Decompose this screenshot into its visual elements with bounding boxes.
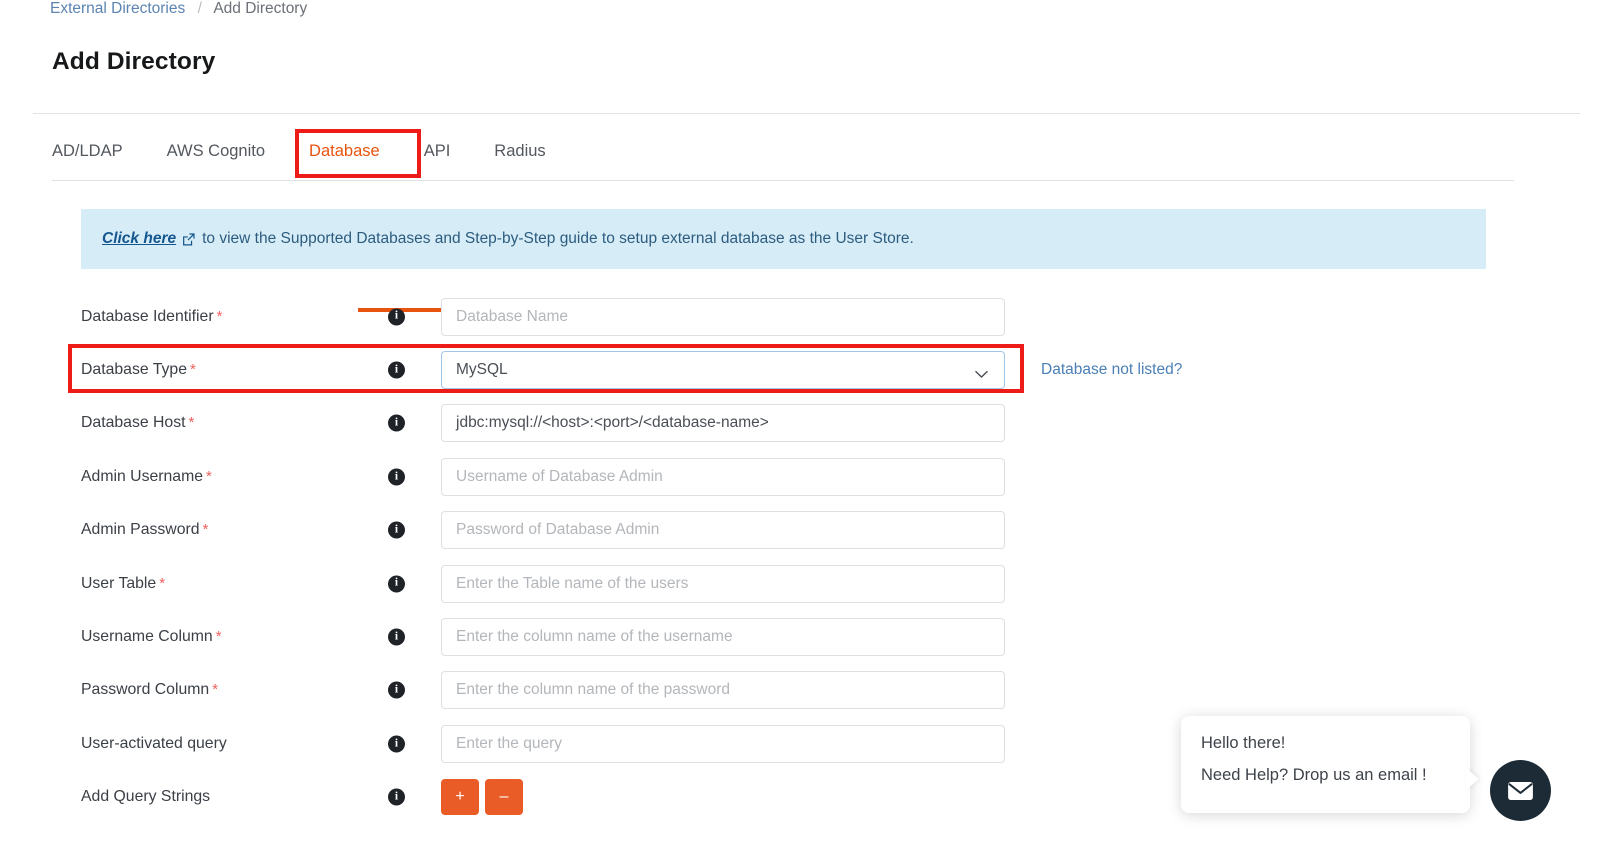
info-icon[interactable]: i: [388, 361, 405, 379]
chevron-down-icon: [975, 366, 988, 378]
tab-aws-cognito[interactable]: AWS Cognito: [167, 132, 265, 173]
info-icon[interactable]: i: [388, 414, 405, 432]
chat-bubble: Hello there! Need Help? Drop us an email…: [1181, 716, 1470, 813]
tab-bar: AD/LDAP AWS Cognito Database API Radius: [52, 132, 590, 173]
required-asterisk: *: [212, 681, 219, 699]
chat-launcher-button[interactable]: [1490, 760, 1551, 821]
label-admin-password: Admin Password *: [81, 521, 209, 539]
breadcrumb-separator: /: [197, 0, 202, 17]
input-password-column[interactable]: Enter the column name of the password: [441, 671, 1005, 710]
field-row-password-column: Password Column * i Enter the column name…: [0, 664, 1615, 717]
field-row-admin-username: Admin Username * i Username of Database A…: [0, 450, 1615, 503]
label-user-table: User Table *: [81, 574, 166, 592]
field-row-database-host: Database Host * i jdbc:mysql://<host>:<po…: [0, 397, 1615, 450]
page-title: Add Directory: [52, 48, 216, 75]
database-not-listed-link[interactable]: Database not listed?: [1041, 361, 1182, 379]
label-username-column: Username Column *: [81, 628, 222, 646]
envelope-icon: [1507, 781, 1534, 801]
input-user-activated-query[interactable]: Enter the query: [441, 724, 1005, 763]
required-asterisk: *: [216, 307, 223, 325]
tab-api[interactable]: API: [424, 132, 451, 173]
breadcrumb: External Directories / Add Directory: [50, 0, 307, 20]
divider-tabs: [52, 180, 1514, 181]
info-icon[interactable]: i: [388, 788, 405, 806]
label-add-query-strings: Add Query Strings: [81, 788, 211, 806]
info-icon[interactable]: i: [388, 681, 405, 699]
breadcrumb-current: Add Directory: [213, 0, 308, 17]
chat-greeting: Hello there!: [1201, 734, 1286, 752]
label-admin-username: Admin Username *: [81, 467, 212, 485]
divider-top: [33, 113, 1580, 114]
select-database-type[interactable]: MySQL: [441, 351, 1005, 390]
required-asterisk: *: [215, 628, 222, 646]
tab-ad-ldap[interactable]: AD/LDAP: [52, 132, 123, 173]
breadcrumb-link-external-directories[interactable]: External Directories: [50, 0, 185, 17]
supported-databases-banner: Click here to view the Supported Databas…: [81, 209, 1486, 269]
add-directory-page: External Directories / Add Directory Add…: [0, 0, 1615, 853]
required-asterisk: *: [206, 467, 212, 485]
label-database-identifier: Database Identifier *: [81, 307, 223, 325]
required-asterisk: *: [202, 521, 209, 539]
label-user-activated-query: User-activated query: [81, 734, 227, 752]
add-query-string-button[interactable]: +: [441, 779, 479, 816]
input-user-table[interactable]: Enter the Table name of the users: [441, 564, 1005, 603]
info-icon[interactable]: i: [388, 468, 405, 486]
input-database-identifier[interactable]: Database Name: [441, 297, 1005, 336]
required-asterisk: *: [188, 414, 195, 432]
field-row-database-type: Database Type * i MySQL Database not list…: [0, 343, 1615, 396]
info-icon[interactable]: i: [388, 521, 405, 539]
field-row-user-table: User Table * i Enter the Table name of th…: [0, 557, 1615, 610]
click-here-link[interactable]: Click here: [102, 230, 176, 248]
select-database-type-value: MySQL: [456, 361, 508, 379]
chat-bubble-tail: [1466, 768, 1479, 790]
label-database-host: Database Host *: [81, 414, 195, 432]
input-admin-username[interactable]: Username of Database Admin: [441, 457, 1005, 496]
field-row-database-identifier: Database Identifier * i Database Name: [0, 290, 1615, 343]
info-icon[interactable]: i: [388, 575, 405, 593]
field-row-username-column: Username Column * i Enter the column name…: [0, 610, 1615, 663]
query-strings-buttons: + –: [441, 779, 523, 816]
field-row-admin-password: Admin Password * i Password of Database A…: [0, 504, 1615, 557]
label-database-type: Database Type *: [81, 361, 196, 379]
chat-message: Need Help? Drop us an email !: [1201, 766, 1427, 784]
input-database-host[interactable]: jdbc:mysql://<host>:<port>/<database-nam…: [441, 404, 1005, 443]
info-icon[interactable]: i: [388, 735, 405, 753]
required-asterisk: *: [189, 361, 196, 379]
tab-radius[interactable]: Radius: [494, 132, 545, 173]
input-username-column[interactable]: Enter the column name of the username: [441, 618, 1005, 657]
remove-query-string-button[interactable]: –: [485, 779, 523, 816]
external-link-icon: [181, 232, 196, 247]
input-admin-password[interactable]: Password of Database Admin: [441, 511, 1005, 550]
info-icon[interactable]: i: [388, 628, 405, 646]
tab-database[interactable]: Database: [309, 132, 380, 173]
info-icon[interactable]: i: [388, 308, 405, 326]
required-asterisk: *: [159, 574, 166, 592]
banner-text: to view the Supported Databases and Step…: [202, 230, 914, 247]
label-password-column: Password Column *: [81, 681, 219, 699]
